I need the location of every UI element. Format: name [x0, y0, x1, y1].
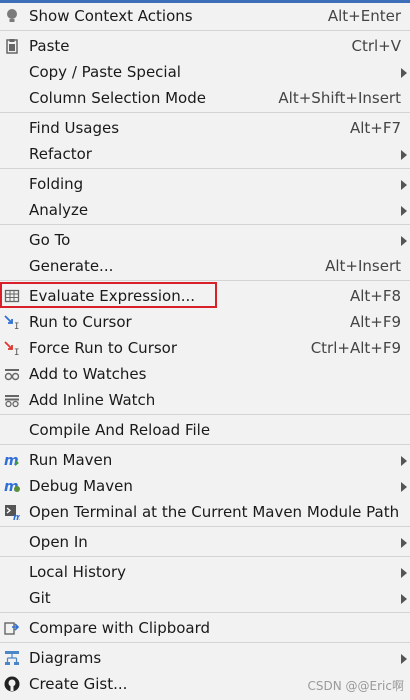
- menu-item-analyze[interactable]: Analyze: [0, 197, 410, 223]
- submenu-arrow-icon: [401, 594, 407, 604]
- menu-item-label: Diagrams: [29, 649, 102, 667]
- menu-item-label: Create Gist...: [29, 675, 128, 693]
- menu-item-label: Local History: [29, 563, 127, 581]
- svg-text:m: m: [13, 513, 20, 520]
- menu-item-label: Compare with Clipboard: [29, 619, 211, 637]
- menu-item-label: Find Usages: [29, 119, 120, 137]
- shortcut-label: Alt+Shift+Insert: [278, 89, 401, 107]
- menu-item-open-terminal-maven[interactable]: m Open Terminal at the Current Maven Mod…: [0, 499, 410, 525]
- menu-item-label: Add Inline Watch: [29, 391, 156, 409]
- menu-item-label: Refactor: [29, 145, 92, 163]
- menu-item-label: Go To: [29, 231, 71, 249]
- menu-item-diagrams[interactable]: Diagrams: [0, 645, 410, 671]
- menu-item-run-to-cursor[interactable]: I Run to Cursor Alt+F9: [0, 309, 410, 335]
- watermark-text: CSDN @@Eric啊: [307, 679, 404, 693]
- menu-item-label: Analyze: [29, 201, 89, 219]
- menu-item-label: Generate...: [29, 257, 114, 275]
- menu-item-add-to-watches[interactable]: Add to Watches: [0, 361, 410, 387]
- menu-item-open-in[interactable]: Open In: [0, 529, 410, 555]
- menu-item-generate[interactable]: Generate... Alt+Insert: [0, 253, 410, 279]
- menu-item-label: Compile And Reload File: [29, 421, 211, 439]
- terminal-icon: m: [5, 505, 20, 520]
- menu-item-label: Add to Watches: [29, 365, 147, 383]
- menu-item-force-run-to-cursor[interactable]: I Force Run to Cursor Ctrl+Alt+F9: [0, 335, 410, 361]
- maven-icon: m: [4, 453, 19, 468]
- menu-item-label: Evaluate Expression...: [29, 287, 196, 305]
- menu-item-label: Copy / Paste Special: [29, 63, 181, 81]
- submenu-arrow-icon: [401, 568, 407, 578]
- menu-item-label: Show Context Actions: [29, 7, 193, 25]
- menu-item-show-context-actions[interactable]: Show Context Actions Alt+Enter: [0, 3, 410, 29]
- shortcut-label: Alt+F7: [349, 119, 401, 137]
- menu-item-label: Open In: [29, 533, 88, 551]
- lightbulb-icon: [7, 9, 17, 22]
- menu-item-label: Paste: [29, 37, 70, 55]
- svg-text:m: m: [4, 453, 19, 468]
- force-run-to-cursor-icon: I: [4, 341, 19, 356]
- submenu-arrow-icon: [401, 482, 407, 492]
- menu-item-label: Git: [29, 589, 51, 607]
- menu-item-label: Column Selection Mode: [29, 89, 206, 107]
- submenu-arrow-icon: [401, 538, 407, 548]
- menu-item-local-history[interactable]: Local History: [0, 559, 410, 585]
- compare-icon: [4, 622, 20, 635]
- menu-item-refactor[interactable]: Refactor: [0, 141, 410, 167]
- menu-item-debug-maven[interactable]: m Debug Maven: [0, 473, 410, 499]
- svg-text:I: I: [14, 322, 19, 330]
- menu-item-label: Folding: [29, 175, 84, 193]
- menu-item-label: Debug Maven: [29, 477, 133, 495]
- submenu-arrow-icon: [401, 456, 407, 466]
- svg-text:I: I: [14, 348, 19, 356]
- calculator-icon: [4, 289, 20, 303]
- menu-item-label: Force Run to Cursor: [29, 339, 178, 357]
- run-to-cursor-icon: I: [4, 315, 19, 330]
- menu-item-copy-paste-special[interactable]: Copy / Paste Special: [0, 59, 410, 85]
- shortcut-label: Ctrl+Alt+F9: [310, 339, 401, 357]
- shortcut-label: Alt+F9: [349, 313, 401, 331]
- maven-debug-icon: m: [4, 479, 20, 494]
- menu-item-evaluate-expression[interactable]: Evaluate Expression... Alt+F8: [0, 283, 410, 309]
- menu-item-git[interactable]: Git: [0, 585, 410, 611]
- shortcut-label: Alt+Insert: [325, 257, 401, 275]
- submenu-arrow-icon: [401, 180, 407, 190]
- menu-item-folding[interactable]: Folding: [0, 171, 410, 197]
- menu-item-find-usages[interactable]: Find Usages Alt+F7: [0, 115, 410, 141]
- menu-item-paste[interactable]: Paste Ctrl+V: [0, 33, 410, 59]
- paste-icon: [6, 39, 18, 54]
- shortcut-label: Ctrl+V: [351, 37, 401, 55]
- menu-item-go-to[interactable]: Go To: [0, 227, 410, 253]
- menu-item-compile-and-reload-file[interactable]: Compile And Reload File: [0, 417, 410, 443]
- submenu-arrow-icon: [401, 654, 407, 664]
- inline-watch-icon: [5, 395, 19, 408]
- menu-item-label: Run to Cursor: [29, 313, 132, 331]
- watches-icon: [4, 369, 20, 381]
- submenu-arrow-icon: [401, 236, 407, 246]
- menu-item-run-maven[interactable]: m Run Maven: [0, 447, 410, 473]
- submenu-arrow-icon: [401, 150, 407, 160]
- menu-item-compare-with-clipboard[interactable]: Compare with Clipboard: [0, 615, 410, 641]
- menu-item-add-inline-watch[interactable]: Add Inline Watch: [0, 387, 410, 413]
- shortcut-label: Alt+Enter: [327, 7, 401, 25]
- menu-item-column-selection-mode[interactable]: Column Selection Mode Alt+Shift+Insert: [0, 85, 410, 111]
- menu-item-label: Run Maven: [29, 451, 113, 469]
- menu-item-label: Open Terminal at the Current Maven Modul…: [29, 503, 400, 521]
- diagram-icon: [5, 651, 19, 665]
- context-menu: Show Context Actions Alt+Enter Paste Ctr…: [0, 3, 410, 697]
- shortcut-label: Alt+F8: [349, 287, 401, 305]
- submenu-arrow-icon: [401, 68, 407, 78]
- github-icon: [4, 676, 20, 692]
- submenu-arrow-icon: [401, 206, 407, 216]
